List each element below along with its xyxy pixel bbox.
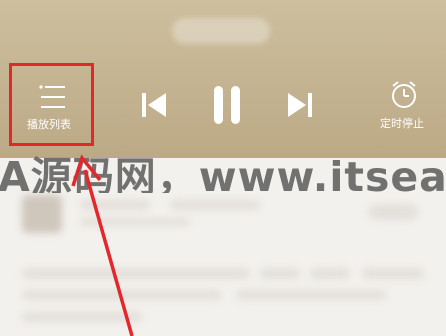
red-pointer-arrow — [71, 154, 134, 336]
